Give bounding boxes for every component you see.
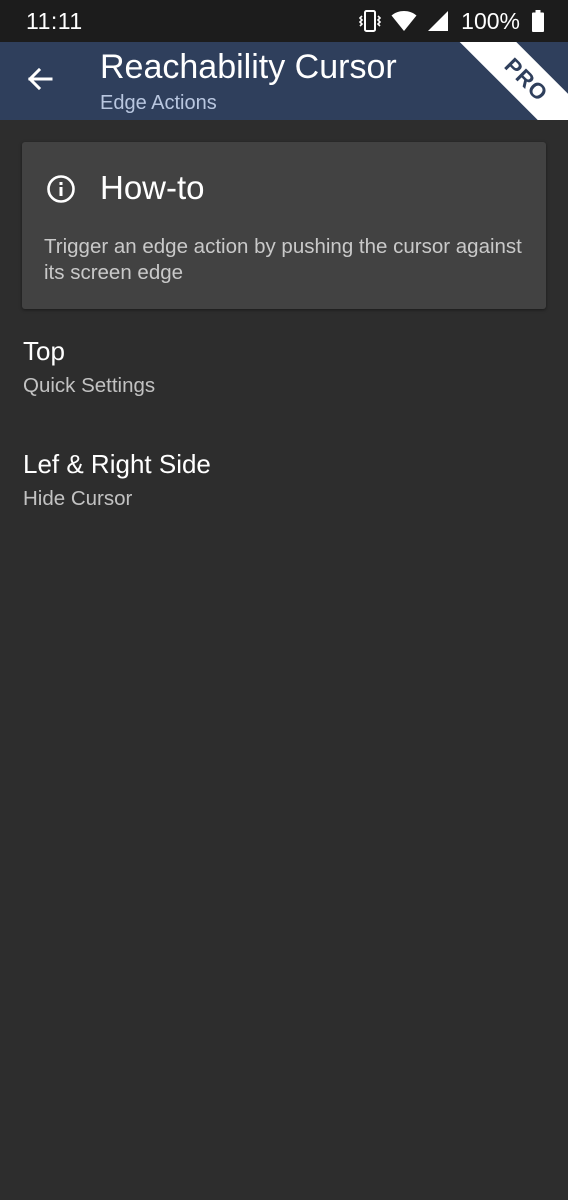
wifi-icon: [391, 10, 417, 32]
pro-badge-label: PRO: [499, 52, 554, 107]
cell-signal-icon: [427, 10, 449, 32]
app-subtitle: Edge Actions: [100, 92, 217, 114]
pref-title: Top: [23, 336, 65, 366]
howto-title: How-to: [100, 169, 205, 206]
vibrate-icon: [359, 9, 382, 33]
pref-item-top[interactable]: Top Quick Settings: [0, 336, 568, 436]
status-bar: 11:11 100%: [0, 0, 568, 42]
pref-title: Lef & Right Side: [23, 449, 211, 479]
app-title: Reachability Cursor: [100, 48, 397, 86]
info-icon: [46, 174, 76, 204]
pref-summary: Hide Cursor: [23, 487, 133, 510]
pref-summary: Quick Settings: [23, 374, 156, 397]
battery-percentage: 100%: [461, 7, 520, 34]
back-button[interactable]: [18, 59, 62, 103]
howto-card: How-to Trigger an edge action by pushing…: [22, 142, 546, 309]
battery-icon: [532, 10, 544, 32]
back-arrow-icon: [27, 67, 53, 96]
app-bar: Reachability Cursor Edge Actions PRO: [0, 42, 568, 120]
howto-body: Trigger an edge action by pushing the cu…: [44, 235, 522, 284]
pro-badge: PRO: [455, 42, 568, 120]
status-time: 11:11: [26, 8, 83, 34]
pref-item-side[interactable]: Lef & Right Side Hide Cursor: [0, 449, 568, 549]
status-icons: 100%: [359, 7, 544, 35]
